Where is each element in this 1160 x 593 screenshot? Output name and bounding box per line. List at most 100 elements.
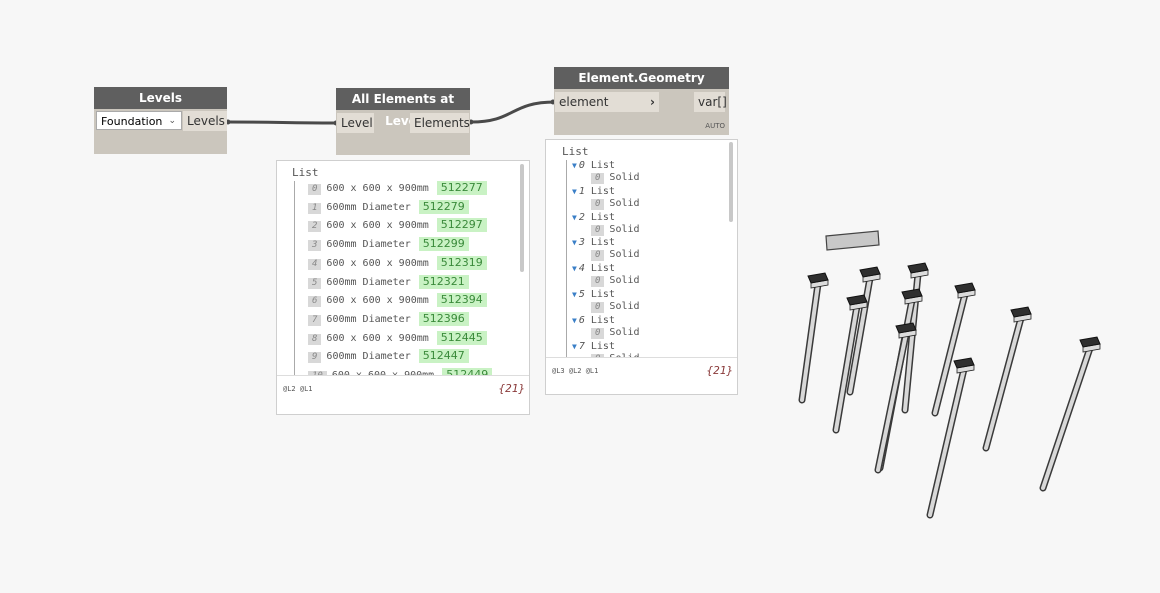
item-index: 2 <box>308 221 322 233</box>
level-indicator: @L2 @L1 <box>283 385 313 393</box>
group-index: 7 <box>578 340 585 352</box>
expand-triangle-icon[interactable]: ▼ <box>572 161 577 170</box>
list-item: 6 600 x 600 x 900mm 512394 <box>308 293 487 308</box>
list-item: 9 600mm Diameter 512447 <box>308 349 469 364</box>
group-label: List <box>590 160 615 171</box>
expand-triangle-icon[interactable]: ▼ <box>572 290 577 299</box>
list-item: 0 Solid <box>591 326 640 340</box>
element-geometry-node[interactable]: Element.Geometry element › var[] AUTO <box>554 67 729 135</box>
input-port-element[interactable]: element › <box>555 92 659 112</box>
list-item: 0 Solid <box>591 197 640 211</box>
item-index: 0 <box>591 276 605 288</box>
item-index: 0 <box>591 173 605 184</box>
element-id-badge[interactable]: 512277 <box>436 181 487 195</box>
item-index: 4 <box>308 258 322 270</box>
item-index: 0 <box>591 327 605 339</box>
group-label: List <box>590 263 615 275</box>
item-name: 600mm Diameter <box>326 313 411 325</box>
wire-elements-to-element <box>470 100 556 124</box>
preview-elements-bubble[interactable]: List 0 600 x 600 x 900mm 512277 1 600mm Diam… <box>276 160 530 415</box>
list-item: 0 Solid <box>591 171 640 185</box>
geometry-preview-3d[interactable] <box>780 220 1140 530</box>
item-index: 0 <box>308 184 322 195</box>
element-id-badge[interactable]: 512394 <box>436 293 487 308</box>
item-name: Solid <box>609 249 640 261</box>
preview-footer: @L3 @L2 @L1 {21} <box>546 357 737 394</box>
group-index: 3 <box>578 237 585 249</box>
pile-solid <box>982 306 1032 452</box>
element-id-badge[interactable]: 512447 <box>418 349 469 364</box>
input-port-level[interactable]: Level <box>337 113 374 133</box>
chevron-down-icon: ⌄ <box>168 116 176 126</box>
node-title: All Elements at Level <box>336 88 470 128</box>
element-id-badge[interactable]: 512445 <box>436 330 487 345</box>
item-name: 600 x 600 x 900mm <box>326 332 429 344</box>
element-id-badge[interactable]: 512319 <box>436 255 487 270</box>
output-port-var[interactable]: var[] <box>694 92 727 112</box>
item-index: 6 <box>308 296 322 308</box>
expand-triangle-icon[interactable]: ▼ <box>572 316 577 325</box>
lacing-label: AUTO <box>705 122 725 130</box>
output-port-elements[interactable]: Elements <box>410 113 470 133</box>
expand-triangle-icon[interactable]: ▼ <box>572 213 577 222</box>
expand-triangle-icon[interactable]: ▼ <box>572 342 577 351</box>
list-item: 2 600 x 600 x 900mm 512297 <box>308 218 487 233</box>
list-item: 4 600 x 600 x 900mm 512319 <box>308 255 487 270</box>
group-label: List <box>590 340 615 352</box>
expand-triangle-icon[interactable]: ▼ <box>572 238 577 247</box>
group-index: 6 <box>578 314 585 326</box>
wire-levels-to-level <box>227 120 337 125</box>
item-name: 600mm Diameter <box>326 239 411 251</box>
item-name: 600 x 600 x 900mm <box>326 257 429 269</box>
group-index: 0 <box>578 160 585 171</box>
item-name: 600 x 600 x 900mm <box>326 183 429 194</box>
item-name: Solid <box>609 275 640 287</box>
list-item: 7 600mm Diameter 512396 <box>308 311 469 326</box>
item-index: 0 <box>591 198 605 210</box>
item-name: Solid <box>609 172 640 183</box>
pile-solid <box>1039 336 1101 492</box>
level-indicator: @L3 @L2 @L1 <box>552 367 599 375</box>
pile-solid <box>926 357 975 519</box>
levels-node[interactable]: Levels Foundation ⌄ Levels <box>94 87 227 154</box>
list-item: 0 Solid <box>591 300 640 314</box>
element-id-badge[interactable]: 512279 <box>418 199 469 214</box>
element-id-badge[interactable]: 512396 <box>418 311 469 326</box>
expand-triangle-icon[interactable]: ▼ <box>572 264 577 273</box>
group-label: List <box>590 314 615 326</box>
item-name: 600 x 600 x 900mm <box>326 220 429 232</box>
element-id-badge[interactable]: 512297 <box>436 218 487 233</box>
node-title: Levels <box>94 87 227 109</box>
expand-triangle-icon[interactable]: ▼ <box>572 187 577 196</box>
element-id-badge[interactable]: 512299 <box>418 237 469 252</box>
list-item: 0 Solid <box>591 248 640 262</box>
item-index: 7 <box>308 314 322 326</box>
scrollbar[interactable] <box>729 142 733 222</box>
chevron-right-icon: › <box>650 95 655 109</box>
group-label: List <box>590 237 615 249</box>
item-name: 600mm Diameter <box>326 351 411 363</box>
all-elements-at-level-node[interactable]: All Elements at Level Level Elements <box>336 88 470 155</box>
list-item: 3 600mm Diameter 512299 <box>308 237 469 252</box>
level-dropdown[interactable]: Foundation ⌄ <box>96 111 182 130</box>
item-index: 8 <box>308 333 322 345</box>
group-index: 2 <box>578 211 585 223</box>
preview-footer: @L2 @L1 {21} <box>277 375 529 414</box>
port-label: element <box>559 95 609 109</box>
tree-line <box>566 160 567 360</box>
group-label: List <box>590 289 615 300</box>
item-index: 5 <box>308 277 322 289</box>
item-name: Solid <box>609 301 640 312</box>
list-item: 0 600 x 600 x 900mm 512277 <box>308 181 487 195</box>
list-item: 1 600mm Diameter 512279 <box>308 199 469 214</box>
output-port-levels[interactable]: Levels <box>183 111 227 131</box>
scrollbar[interactable] <box>520 164 524 272</box>
group-index: 4 <box>578 263 585 275</box>
element-id-badge[interactable]: 512321 <box>418 274 469 289</box>
group-index: 1 <box>578 185 585 197</box>
item-index: 0 <box>591 302 605 313</box>
group-label: List <box>590 211 615 223</box>
preview-geometry-bubble[interactable]: List ▼ 0 List 0 Solid ▼ 1 List 0 Solid ▼ 2 List 0 S… <box>545 139 738 395</box>
pile-cap-plate <box>825 230 880 251</box>
item-count: {21} <box>498 382 526 395</box>
